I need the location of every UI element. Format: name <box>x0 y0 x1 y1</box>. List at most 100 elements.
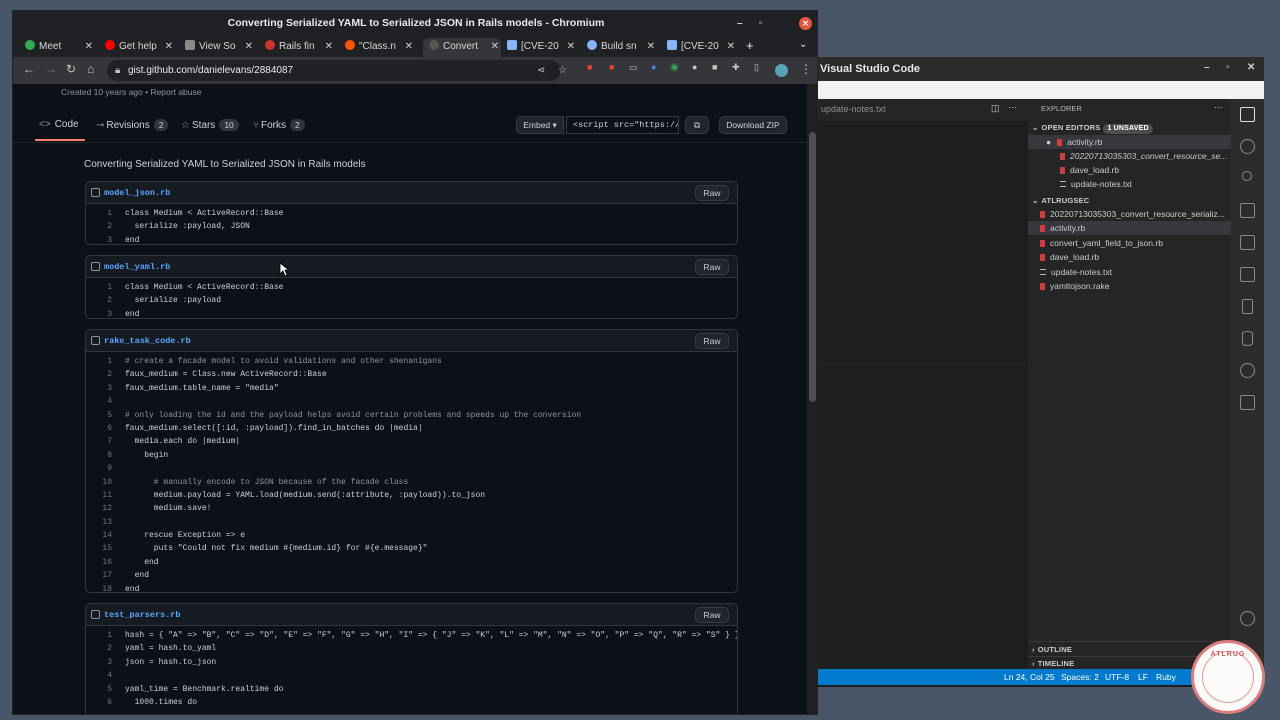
close-tab-icon[interactable]: ✕ <box>727 38 735 56</box>
line-number[interactable]: 4 <box>86 395 112 408</box>
side-panel-icon[interactable]: ▯ <box>754 62 759 73</box>
browser-menu-icon[interactable]: ⋮ <box>800 62 812 76</box>
extension-icon[interactable]: ■ <box>712 62 717 72</box>
home-icon[interactable]: ⌂ <box>87 62 94 76</box>
browser-tab[interactable]: Rails fin ✕ <box>265 38 335 57</box>
line-number[interactable]: 10 <box>86 476 112 489</box>
file-name-link[interactable]: test_parsers.rb <box>104 610 181 620</box>
extension-icon[interactable]: ▭ <box>629 62 638 73</box>
line-number[interactable]: 7 <box>86 435 112 448</box>
address-bar[interactable]: 🔒︎ gist.github.com/danielevans/2884087 ⋖… <box>107 60 567 81</box>
new-tab-icon[interactable]: + <box>746 38 754 53</box>
line-number[interactable]: 1 <box>86 207 112 220</box>
accounts-icon[interactable] <box>1240 611 1255 626</box>
scrollbar-thumb[interactable] <box>809 132 816 402</box>
extension-icon[interactable]: ■ <box>609 62 614 72</box>
maximize-icon[interactable]: ▫ <box>1226 62 1230 73</box>
bookmark-star-icon[interactable]: ☆ <box>558 60 567 81</box>
line-number[interactable]: 2 <box>86 294 112 307</box>
close-tab-icon[interactable]: ✕ <box>647 38 655 56</box>
browser-tab-active[interactable]: Convert ✕ <box>423 38 501 57</box>
browser-tab[interactable]: "Class.n ✕ <box>345 38 415 57</box>
close-icon[interactable]: ✕ <box>799 17 812 30</box>
share-icon[interactable]: ⋖ <box>537 60 545 81</box>
browser-tab[interactable]: Build sn ✕ <box>587 38 657 57</box>
close-tab-icon[interactable]: ✕ <box>405 38 413 56</box>
more-actions-icon[interactable]: ⋯ <box>1008 102 1017 113</box>
back-icon[interactable]: ← <box>23 62 35 76</box>
line-number[interactable]: 5 <box>86 409 112 422</box>
close-tab-icon[interactable]: ✕ <box>491 38 499 56</box>
database-icon[interactable] <box>1242 331 1253 346</box>
line-number[interactable]: 1 <box>86 629 112 642</box>
file-tree-item[interactable]: yamltojson.rake <box>1040 279 1231 293</box>
language-mode[interactable]: Ruby <box>1156 672 1176 682</box>
line-number[interactable]: 2 <box>86 368 112 381</box>
close-tab-icon[interactable]: ✕ <box>165 38 173 56</box>
outline-section[interactable]: › OUTLINE <box>1032 645 1072 654</box>
timeline-section[interactable]: › TIMELINE <box>1032 659 1074 668</box>
split-editor-icon[interactable]: ◫ <box>991 103 1000 114</box>
run-debug-icon[interactable] <box>1240 203 1255 218</box>
line-number[interactable]: 1 <box>86 281 112 294</box>
line-number[interactable]: 9 <box>86 462 112 475</box>
line-number[interactable]: 12 <box>86 502 112 515</box>
line-number[interactable]: 3 <box>86 308 112 318</box>
open-editor-item[interactable]: update-notes.txt <box>1060 177 1231 191</box>
encoding[interactable]: UTF-8 <box>1105 672 1129 682</box>
explorer-icon[interactable] <box>1240 107 1255 122</box>
browser-tab[interactable]: Get help ✕ <box>105 38 175 57</box>
source-control-icon[interactable] <box>1242 171 1252 181</box>
line-number[interactable]: 8 <box>86 449 112 462</box>
editor-area[interactable] <box>818 121 1028 669</box>
close-icon[interactable]: ✕ <box>1247 62 1255 73</box>
close-tab-icon[interactable]: ✕ <box>567 38 575 56</box>
browser-tab[interactable]: [CVE-20 ✕ <box>507 38 577 57</box>
close-tab-icon[interactable]: ✕ <box>85 38 93 56</box>
file-name-link[interactable]: model_yaml.rb <box>104 262 170 272</box>
open-editors-section[interactable]: ⌄ OPEN EDITORS 1 UNSAVED <box>1032 123 1153 134</box>
file-tree-item-selected[interactable]: activity.rb <box>1028 221 1231 235</box>
raw-button[interactable]: Raw <box>695 333 729 349</box>
browser-tab[interactable]: View So ✕ <box>185 38 255 57</box>
editor-tab-update-notes[interactable]: update-notes.txt <box>821 104 886 114</box>
search-icon[interactable] <box>1240 139 1255 154</box>
indentation[interactable]: Spaces: 2 <box>1061 672 1099 682</box>
file-tree-item[interactable]: dave_load.rb <box>1040 250 1231 264</box>
open-editor-item[interactable]: dave_load.rb <box>1060 163 1231 177</box>
profile-avatar[interactable] <box>775 64 788 77</box>
line-number[interactable]: 11 <box>86 489 112 502</box>
minimize-icon[interactable]: – <box>1204 62 1210 73</box>
download-zip-button[interactable]: Download ZIP <box>719 116 787 134</box>
line-number[interactable]: 2 <box>86 220 112 233</box>
tab-revisions[interactable]: ⊸ Revisions 2 <box>96 119 169 131</box>
tab-stars[interactable]: ☆ Stars 10 <box>181 119 239 131</box>
reload-icon[interactable]: ↻ <box>66 62 76 76</box>
file-tree-item[interactable]: 20220713035303_convert_resource_serializ… <box>1040 207 1231 221</box>
extension-icon[interactable]: ■ <box>587 62 592 72</box>
extension-icon[interactable]: ● <box>651 62 656 72</box>
copilot-icon[interactable] <box>1240 395 1255 410</box>
tab-search-icon[interactable]: ⌄ <box>799 39 807 50</box>
line-number[interactable]: 6 <box>86 696 112 709</box>
line-number[interactable]: 3 <box>86 656 112 669</box>
line-number[interactable]: 15 <box>86 542 112 555</box>
line-number[interactable]: 17 <box>86 569 112 582</box>
remote-explorer-icon[interactable] <box>1240 235 1255 250</box>
extension-icon[interactable]: ◉ <box>670 62 679 73</box>
browser-tab[interactable]: Meet ✕ <box>25 38 95 57</box>
line-number[interactable]: 2 <box>86 642 112 655</box>
line-number[interactable]: 1 <box>86 355 112 368</box>
line-number[interactable]: 3 <box>86 382 112 395</box>
line-ending[interactable]: LF <box>1138 672 1148 682</box>
line-number[interactable]: 14 <box>86 529 112 542</box>
tab-forks[interactable]: ⑂ Forks 2 <box>253 119 305 131</box>
line-number[interactable]: 4 <box>86 669 112 682</box>
close-tab-icon[interactable]: ✕ <box>245 38 253 56</box>
extensions-puzzle-icon[interactable]: ✚ <box>732 62 740 73</box>
page-scrollbar[interactable] <box>807 84 817 714</box>
file-tree-item[interactable]: convert_yaml_field_to_json.rb <box>1040 236 1231 250</box>
embed-dropdown[interactable]: Embed ▾ <box>516 116 564 134</box>
explorer-more-icon[interactable]: ⋯ <box>1214 102 1223 113</box>
line-number[interactable]: 18 <box>86 583 112 592</box>
